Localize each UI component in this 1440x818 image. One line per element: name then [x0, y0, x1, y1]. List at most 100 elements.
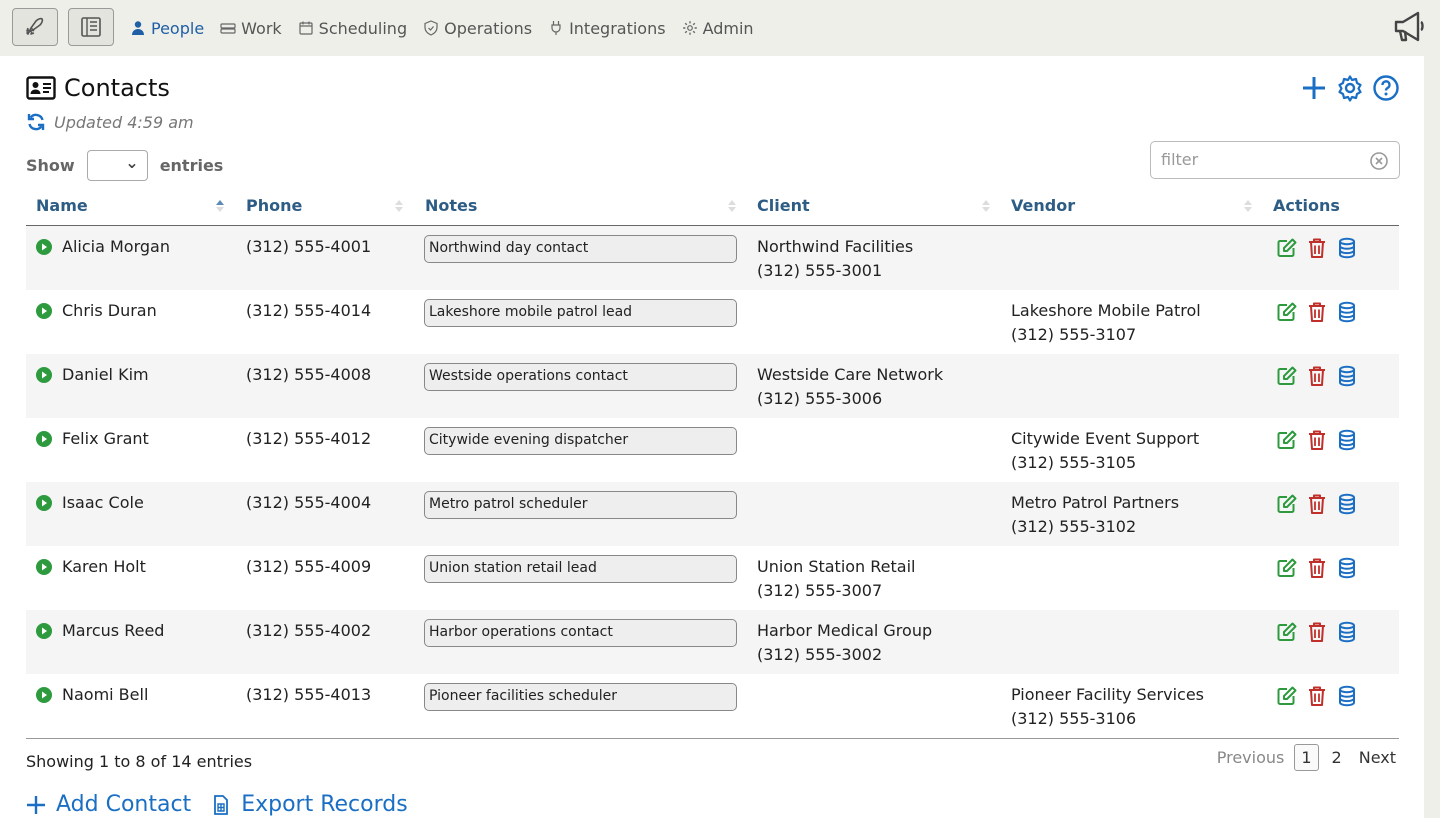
- add-contact-link[interactable]: Add Contact: [26, 792, 191, 817]
- contact-name[interactable]: Felix Grant: [62, 427, 149, 451]
- database-icon[interactable]: [1336, 429, 1358, 451]
- client-phone: (312) 555-3002: [757, 645, 883, 664]
- nav-item-people[interactable]: People: [130, 19, 204, 38]
- settings-icon[interactable]: [1336, 74, 1364, 102]
- nav-item-scheduling[interactable]: Scheduling: [298, 19, 407, 38]
- entries-label: entries: [159, 156, 224, 175]
- contact-name[interactable]: Daniel Kim: [62, 363, 149, 387]
- refresh-icon[interactable]: [26, 112, 46, 132]
- note-field[interactable]: Union station retail lead: [424, 555, 737, 583]
- page-button-1[interactable]: 1: [1294, 744, 1319, 771]
- delete-icon[interactable]: [1306, 493, 1328, 515]
- page-length-control: Show entries: [26, 150, 223, 181]
- delete-icon[interactable]: [1306, 557, 1328, 579]
- note-field[interactable]: Pioneer facilities scheduler: [424, 683, 737, 711]
- previous-button[interactable]: Previous: [1217, 748, 1285, 767]
- note-field[interactable]: Westside operations contact: [424, 363, 737, 391]
- edit-icon[interactable]: [1276, 621, 1298, 643]
- rocket-icon: [26, 17, 44, 35]
- contact-name[interactable]: Alicia Morgan: [62, 235, 170, 259]
- add-icon[interactable]: [1300, 74, 1328, 102]
- database-icon[interactable]: [1336, 365, 1358, 387]
- vendor-phone: (312) 555-3105: [1011, 453, 1137, 472]
- nav-label: Operations: [444, 18, 533, 38]
- edit-icon[interactable]: [1276, 237, 1298, 259]
- column-header-phone[interactable]: Phone: [246, 196, 302, 215]
- page-header: Contacts: [26, 74, 170, 102]
- contact-name[interactable]: Marcus Reed: [62, 619, 164, 643]
- vendor-cell: Metro Patrol Partners (312) 555-3102: [1011, 491, 1179, 539]
- table-row: Alicia Morgan (312) 555-4001 Northwind day…: [26, 226, 1399, 290]
- note-field[interactable]: Metro patrol scheduler: [424, 491, 737, 519]
- vendor-cell: Citywide Event Support (312) 555-3105: [1011, 427, 1199, 475]
- contact-name[interactable]: Isaac Cole: [62, 491, 144, 515]
- database-icon[interactable]: [1336, 493, 1358, 515]
- edit-icon[interactable]: [1276, 493, 1298, 515]
- phone-cell: (312) 555-4004: [246, 493, 372, 512]
- nav-item-admin[interactable]: Admin: [682, 19, 754, 38]
- database-icon[interactable]: [1336, 685, 1358, 707]
- name-cell: Chris Duran: [36, 299, 157, 323]
- help-icon[interactable]: [1372, 74, 1400, 102]
- nav-item-operations[interactable]: Operations: [423, 19, 532, 38]
- vendor-phone: (312) 555-3106: [1011, 709, 1137, 728]
- page-title: Contacts: [64, 74, 170, 102]
- edit-icon[interactable]: [1276, 557, 1298, 579]
- delete-icon[interactable]: [1306, 301, 1328, 323]
- row-actions: [1276, 301, 1358, 323]
- clear-icon[interactable]: [1369, 151, 1389, 171]
- dashboard-button[interactable]: [68, 8, 114, 46]
- note-field[interactable]: Harbor operations contact: [424, 619, 737, 647]
- contact-name[interactable]: Naomi Bell: [62, 683, 148, 707]
- note-field[interactable]: Lakeshore mobile patrol lead: [424, 299, 737, 327]
- contact-name[interactable]: Chris Duran: [62, 299, 157, 323]
- delete-icon[interactable]: [1306, 237, 1328, 259]
- database-icon[interactable]: [1336, 237, 1358, 259]
- sort-icon: [982, 200, 990, 212]
- column-header-notes[interactable]: Notes: [425, 196, 477, 215]
- note-field[interactable]: Citywide evening dispatcher: [424, 427, 737, 455]
- column-header-client[interactable]: Client: [757, 196, 810, 215]
- sort-icon: [728, 200, 736, 212]
- edit-icon[interactable]: [1276, 685, 1298, 707]
- export-records-link[interactable]: Export Records: [211, 792, 408, 817]
- sort-asc-icon: [216, 200, 224, 212]
- active-status-icon: [36, 495, 52, 511]
- delete-icon[interactable]: [1306, 685, 1328, 707]
- megaphone-icon[interactable]: [1392, 10, 1428, 44]
- client-name: Westside Care Network: [757, 365, 944, 384]
- delete-icon[interactable]: [1306, 365, 1328, 387]
- edit-icon[interactable]: [1276, 429, 1298, 451]
- contact-card-icon: [26, 76, 56, 100]
- row-actions: [1276, 237, 1358, 259]
- row-actions: [1276, 685, 1358, 707]
- nav-item-work[interactable]: Work: [220, 19, 282, 38]
- edit-icon[interactable]: [1276, 301, 1298, 323]
- column-header-vendor[interactable]: Vendor: [1011, 196, 1075, 215]
- database-icon[interactable]: [1336, 557, 1358, 579]
- column-header-name[interactable]: Name: [36, 196, 88, 215]
- page-button-2[interactable]: 2: [1325, 744, 1349, 771]
- table-header: Name Phone Notes Client Vendor Actions: [26, 192, 1399, 226]
- main-panel: Contacts Updated 4:59 am Show entries Na…: [0, 56, 1424, 818]
- rocket-button[interactable]: [12, 8, 58, 46]
- delete-icon[interactable]: [1306, 429, 1328, 451]
- page-scrollbar[interactable]: [1424, 56, 1440, 818]
- active-status-icon: [36, 559, 52, 575]
- delete-icon[interactable]: [1306, 621, 1328, 643]
- entries-select[interactable]: [86, 150, 148, 181]
- database-icon[interactable]: [1336, 621, 1358, 643]
- nav-label: Work: [241, 18, 282, 38]
- edit-icon[interactable]: [1276, 365, 1298, 387]
- active-status-icon: [36, 687, 52, 703]
- dashboard-icon: [81, 17, 101, 37]
- note-field[interactable]: Northwind day contact: [424, 235, 737, 263]
- next-button[interactable]: Next: [1359, 748, 1396, 767]
- table-row: Isaac Cole (312) 555-4004 Metro patrol sch…: [26, 482, 1399, 546]
- contact-name[interactable]: Karen Holt: [62, 555, 146, 579]
- name-cell: Alicia Morgan: [36, 235, 170, 259]
- filter-input[interactable]: [1161, 142, 1361, 176]
- database-icon[interactable]: [1336, 301, 1358, 323]
- nav-item-integrations[interactable]: Integrations: [548, 19, 666, 38]
- phone-cell: (312) 555-4014: [246, 301, 372, 320]
